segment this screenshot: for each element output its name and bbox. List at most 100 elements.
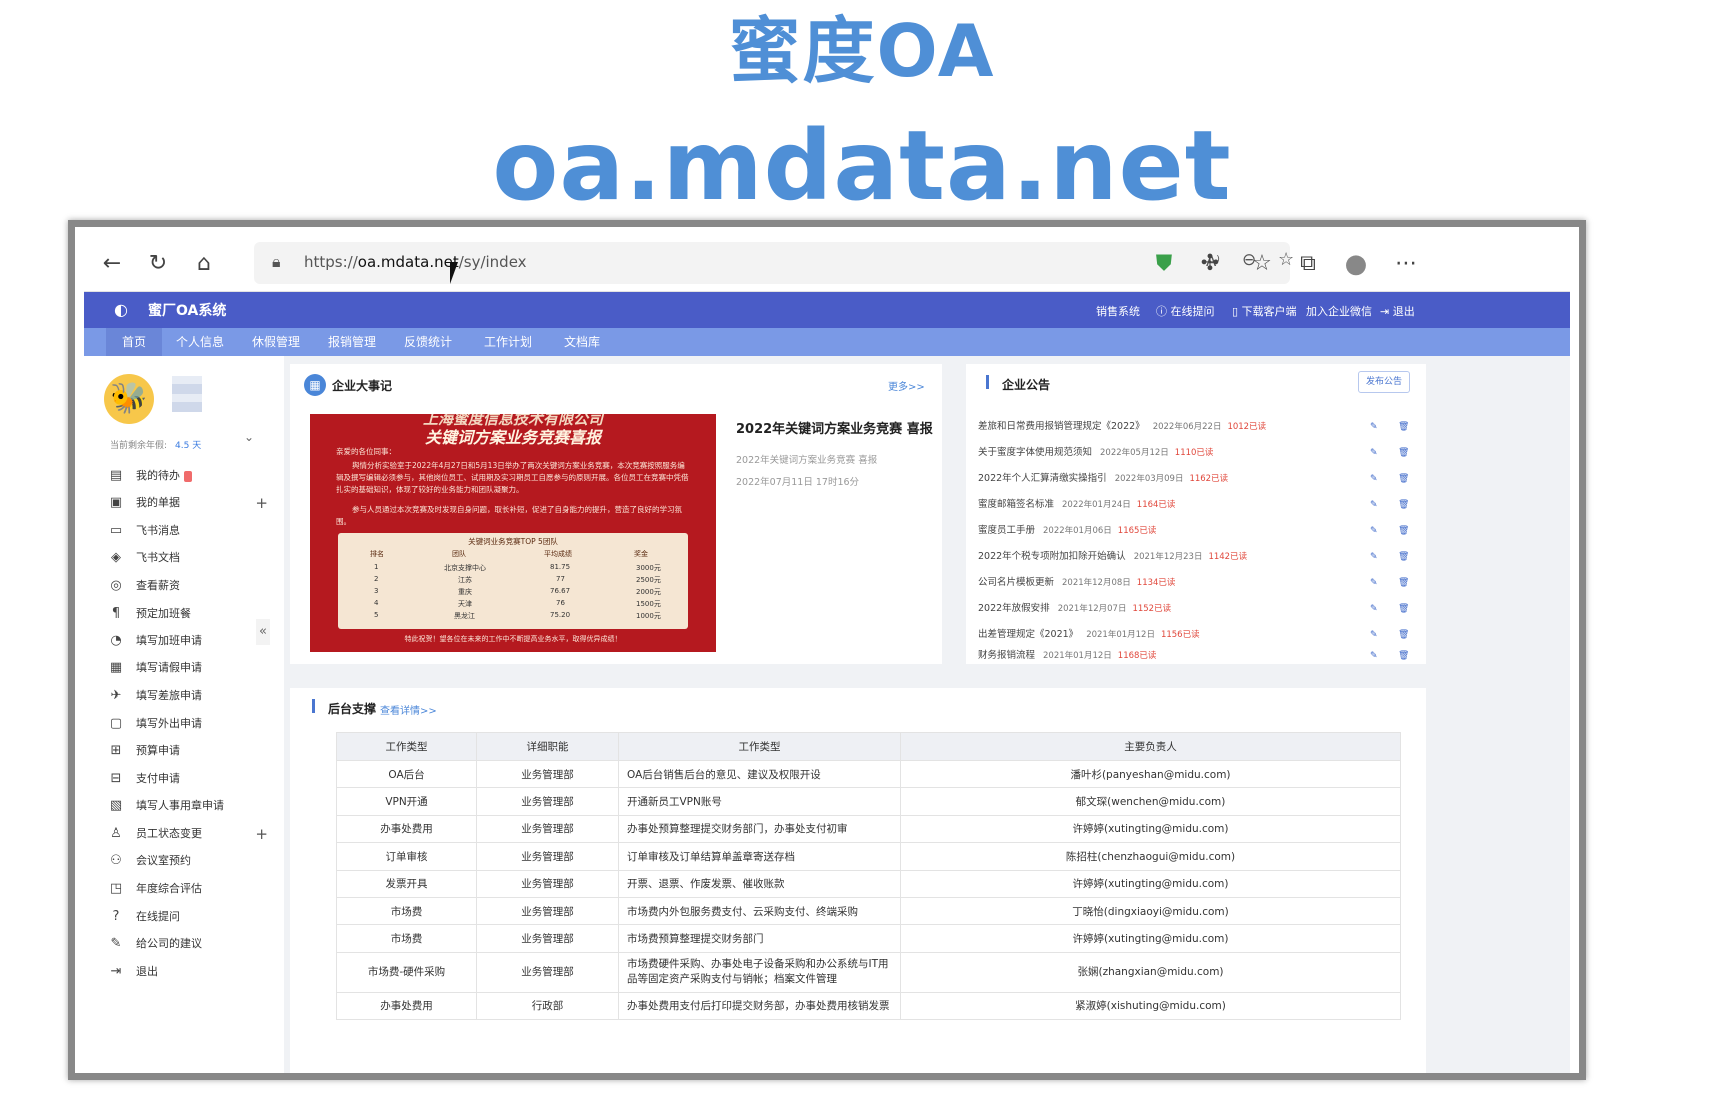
support-details-link[interactable]: 查看详情>> (380, 702, 437, 717)
sidebar-item-leave[interactable]: ▦ 填写请假申请 (108, 656, 268, 680)
sidebar-item-budget[interactable]: ⊞ 预算申请 (108, 739, 268, 763)
budget-icon: ⊞ (110, 743, 122, 758)
delete-icon[interactable]: 🗑 (1398, 492, 1409, 518)
plus-icon[interactable]: + (255, 822, 268, 846)
main-nav: 首页 个人信息 休假管理 报销管理 反馈统计 工作计划 文档库 (84, 328, 1570, 356)
announcement-item[interactable]: 出差管理规定《2021》 2021年01月12日 1156已读 ✎ 🗑 (978, 622, 1416, 648)
edit-icon[interactable]: ✎ (1370, 596, 1378, 622)
sidebar-item-meeting[interactable]: ⚇ 会议室预约 (108, 849, 268, 873)
announcement-item[interactable]: 关于蜜度字体使用规范须知 2022年05月12日 1110已读 ✎ 🗑 (978, 440, 1416, 466)
sidebar-item-salary[interactable]: ◎ 查看薪资 (108, 574, 268, 598)
support-table: 工作类型 详细职能 工作类型 主要负责人 OA后台 业务管理部 OA后台销售后台的意见、建… (336, 732, 1401, 1021)
nav-docs[interactable]: 文档库 (550, 328, 614, 356)
edit-icon[interactable]: ✎ (1370, 414, 1378, 440)
edit-icon[interactable]: ✎ (1370, 622, 1378, 648)
avatar[interactable]: 🐝 (104, 374, 154, 424)
delete-icon[interactable]: 🗑 (1398, 622, 1409, 648)
sidebar-item-documents[interactable]: ▣ 我的单据 + (108, 491, 268, 515)
sidebar-item-outing[interactable]: ▢ 填写外出申请 (108, 712, 268, 736)
url-text: https://oa.mdata.net/sy/index (304, 253, 527, 271)
home-icon[interactable]: ⌂ (188, 248, 220, 280)
table-row: 市场费 业务管理部 市场费内外包服务费支付、云采购支付、终端采购 丁晓怡(dingxi… (336, 896, 1401, 926)
table-row: OA后台 业务管理部 OA后台销售后台的意见、建议及权限开设 潘叶杉(panyesha… (336, 759, 1401, 789)
delete-icon[interactable]: 🗑 (1398, 440, 1409, 466)
delete-icon[interactable]: 🗑 (1398, 544, 1409, 570)
edit-icon[interactable]: ✎ (1370, 518, 1378, 544)
news-title[interactable]: 2022年关键词方案业务竞赛 喜报 (736, 418, 933, 437)
announcement-item[interactable]: 2022年个税专项附加扣除开始确认 2021年12月23日 1142已读 ✎ 🗑 (978, 544, 1416, 570)
announcement-item[interactable]: 财务报销流程 2021年01月12日 1168已读 ✎ 🗑 (978, 648, 1416, 664)
publish-announcement-button[interactable]: 发布公告 (1358, 371, 1410, 393)
download-client-link[interactable]: ▯ 下载客户端 (1232, 303, 1297, 319)
nav-expense[interactable]: 报销管理 (320, 328, 384, 356)
profile-icon[interactable]: ● (1340, 248, 1372, 280)
online-question-link[interactable]: ⓘ 在线提问 (1156, 303, 1215, 319)
suggestion-icon: ✎ (110, 936, 122, 951)
join-wechat-link[interactable]: 加入企业微信 (1306, 303, 1372, 319)
nav-home[interactable]: 首页 (106, 328, 162, 356)
plus-icon[interactable]: + (255, 491, 268, 515)
sidebar-item-meal[interactable]: ¶ 预定加班餐 (108, 602, 268, 626)
nav-profile[interactable]: 个人信息 (168, 328, 232, 356)
poster-table-title: 关键词业务竞赛TOP 5团队 (468, 537, 558, 546)
sidebar-item-logout[interactable]: ⇥ 退出 (108, 960, 268, 984)
nav-leave[interactable]: 休假管理 (244, 328, 308, 356)
reload-icon[interactable]: ↻ (142, 248, 174, 280)
delete-icon[interactable]: 🗑 (1398, 466, 1409, 492)
sales-system-link[interactable]: 销售系统 (1096, 303, 1140, 319)
sidebar-item-feishu-message[interactable]: ▭ 飞书消息 (108, 519, 268, 543)
table-header: 工作类型 详细职能 工作类型 主要负责人 (336, 732, 1401, 761)
delete-icon[interactable]: 🗑 (1398, 596, 1409, 622)
delete-icon[interactable]: 🗑 (1398, 570, 1409, 596)
poster-headline: 关键词方案业务竞赛喜报 (424, 428, 601, 447)
delete-icon[interactable]: 🗑 (1398, 648, 1409, 664)
announcement-item[interactable]: 公司名片模板更新 2021年12月08日 1134已读 ✎ 🗑 (978, 570, 1416, 596)
events-more-link[interactable]: 更多>> (888, 378, 925, 393)
sidebar-item-question[interactable]: ? 在线提问 (108, 905, 268, 929)
event-poster[interactable]: 上海蜜度信息技术有限公司 关键词方案业务竞赛喜报 亲爱的各位同事： 舆情分析实验… (310, 414, 716, 652)
sidebar-item-status-change[interactable]: ♙ 员工状态变更 + (108, 822, 268, 846)
edit-icon[interactable]: ✎ (1370, 648, 1378, 664)
hero-banner: 蜜度OA oa.mdata.net (0, 0, 1724, 222)
announcement-item[interactable]: 2022年放假安排 2021年12月07日 1152已读 ✎ 🗑 (978, 596, 1416, 622)
edit-icon[interactable]: ✎ (1370, 544, 1378, 570)
favorites-icon[interactable]: ☆ (1246, 248, 1278, 280)
todo-count-badge (184, 470, 192, 482)
nav-workplan[interactable]: 工作计划 (476, 328, 540, 356)
news-date: 2022年07月11日 17时16分 (736, 477, 860, 488)
app-header: ◐ 蜜厂OA系统 销售系统 ⓘ 在线提问 ▯ 下载客户端 加入企业微信 ⇥ 退出 (84, 292, 1570, 328)
announcement-item[interactable]: 2022年个人汇算清缴实操指引 2022年03月09日 1162已读 ✎ 🗑 (978, 466, 1416, 492)
collections-icon[interactable]: ⧉ (1292, 248, 1324, 280)
announcement-item[interactable]: 蜜度员工手册 2022年01月06日 1165已读 ✎ 🗑 (978, 518, 1416, 544)
back-icon[interactable]: ← (96, 248, 128, 280)
sidebar-item-suggestion[interactable]: ✎ 给公司的建议 (108, 932, 268, 956)
nav-feedback[interactable]: 反馈统计 (396, 328, 460, 356)
outing-icon: ▢ (109, 716, 123, 731)
announcement-item[interactable]: 蜜度邮箱签名标准 2022年01月24日 1164已读 ✎ 🗑 (978, 492, 1416, 518)
meeting-icon: ⚇ (110, 853, 122, 868)
sidebar-item-feishu-doc[interactable]: ◈ 飞书文档 (108, 546, 268, 570)
sidebar-item-seal[interactable]: ▧ 填写人事用章申请 (108, 794, 268, 818)
announcements-card: 企业公告 发布公告 差旅和日常费用报销管理规定《2022》 2022年06月22日… (966, 364, 1426, 664)
sidebar-item-travel[interactable]: ✈ 填写差旅申请 (108, 684, 268, 708)
sidebar-item-evaluation[interactable]: ◳ 年度综合评估 (108, 877, 268, 901)
delete-icon[interactable]: 🗑 (1398, 414, 1409, 440)
sidebar-item-todo[interactable]: ▤ 我的待办 (108, 464, 268, 488)
shield-icon[interactable]: ⛊ (1148, 248, 1180, 280)
chevron-down-icon[interactable]: ⌄ (244, 430, 254, 444)
edit-icon[interactable]: ✎ (1370, 570, 1378, 596)
sidebar-item-overtime[interactable]: ◔ 填写加班申请 (108, 629, 268, 653)
edit-icon[interactable]: ✎ (1370, 466, 1378, 492)
edit-icon[interactable]: ✎ (1370, 492, 1378, 518)
logout-link[interactable]: ⇥ 退出 (1380, 303, 1415, 319)
collapse-sidebar-icon[interactable]: « (256, 619, 270, 645)
calendar-icon: ▦ (304, 374, 326, 396)
sidebar-item-payment[interactable]: ⊟ 支付申请 (108, 767, 268, 791)
edit-icon[interactable]: ✎ (1370, 440, 1378, 466)
announcement-item[interactable]: 差旅和日常费用报销管理规定《2022》 2022年06月22日 1012已读 ✎ 🗑 (978, 414, 1416, 440)
delete-icon[interactable]: 🗑 (1398, 518, 1409, 544)
address-bar[interactable]: 🔒︎ https://oa.mdata.net/sy/index A⁾ ⊖ ☆ (254, 242, 1294, 284)
extensions-icon[interactable]: ✣ (1194, 248, 1226, 280)
news-subtitle: 2022年关键词方案业务竞赛 喜报 (736, 455, 878, 466)
more-icon[interactable]: ⋯ (1390, 248, 1422, 280)
